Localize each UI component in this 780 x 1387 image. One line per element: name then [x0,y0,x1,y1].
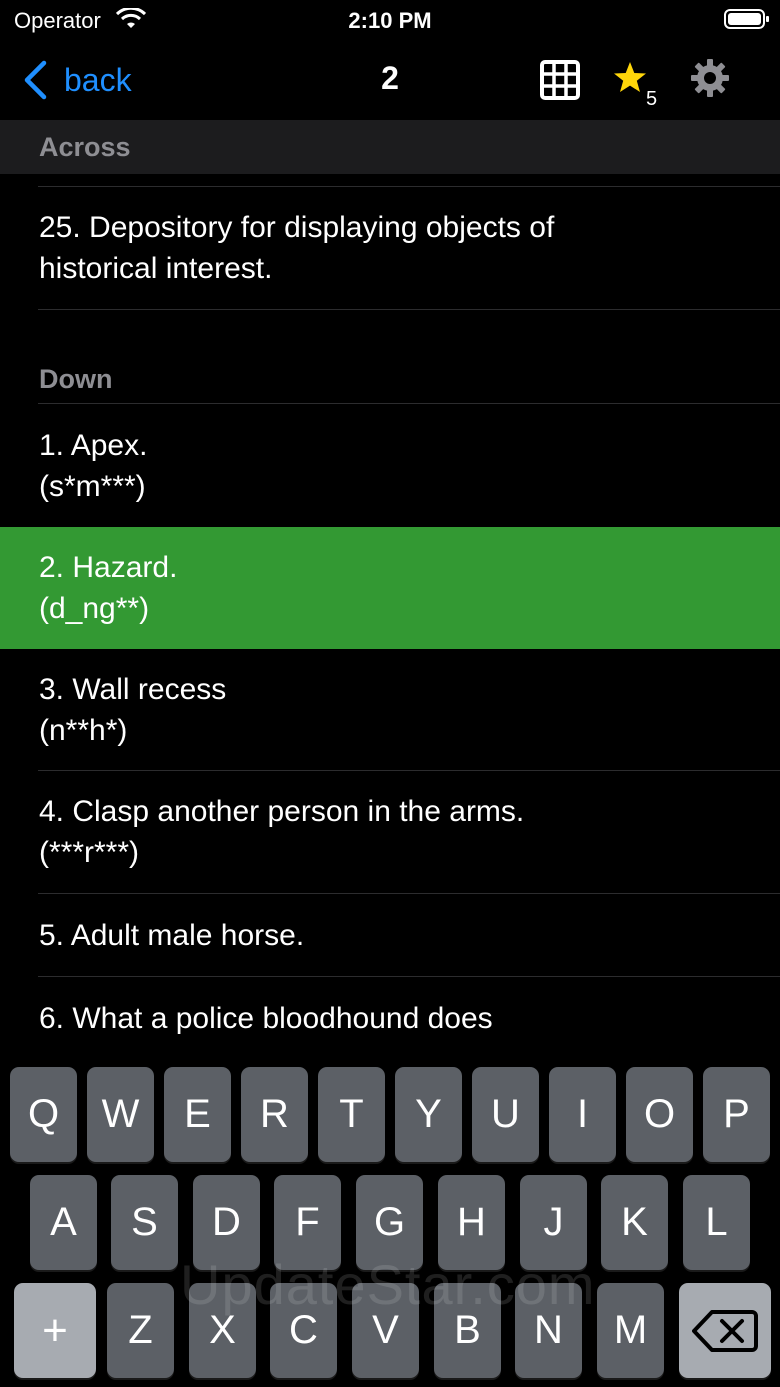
gear-icon[interactable] [690,58,730,98]
clue-line: historical interest. [39,252,273,285]
key-p[interactable]: P [703,1067,770,1162]
clue-line: (***r***) [39,836,140,869]
clue-text: 3. Wall recess (n**h*) [39,669,750,751]
clue-row-down-3[interactable]: 3. Wall recess (n**h*) [0,649,780,771]
key-b[interactable]: B [434,1283,501,1378]
favorites-button[interactable]: 5 [612,58,662,112]
key-s[interactable]: S [111,1175,178,1270]
clue-line: (d_ng**) [39,592,150,625]
key-g[interactable]: G [356,1175,423,1270]
clue-row-down-4[interactable]: 4. Clasp another person in the arms. (**… [0,771,780,894]
section-header-label: Across [39,132,131,162]
clue-line: 5. Adult male horse. [39,919,305,952]
section-header-down: Down [0,356,780,404]
page-title: 2 [381,60,399,96]
clue-row-down-5[interactable]: 5. Adult male horse. [0,894,780,977]
clue-text: 6. What a police bloodhound does [39,998,750,1039]
divider [38,309,780,310]
key-l[interactable]: L [683,1175,750,1270]
clue-text: 4. Clasp another person in the arms. (**… [39,791,750,873]
clue-line: 25. Depository for displaying objects of [39,211,555,244]
status-time: 2:10 PM [348,8,432,33]
key-j[interactable]: J [520,1175,587,1270]
back-button[interactable]: back [22,58,132,102]
clue-row-across-25[interactable]: 25. Depository for displaying objects of… [0,187,780,310]
key-e[interactable]: E [164,1067,231,1162]
battery-icon [724,9,769,29]
divider [38,403,780,404]
clue-row-down-1[interactable]: 1. Apex. (s*m***) [0,405,780,527]
star-icon [614,62,646,92]
clue-line: 6. What a police bloodhound does [39,1002,493,1035]
key-t[interactable]: T [318,1067,385,1162]
delete-icon [692,1309,758,1352]
key-h[interactable]: H [438,1175,505,1270]
key-plus[interactable]: + [14,1283,96,1378]
status-bar: Operator 2:10 PM [0,0,780,40]
clue-line: (s*m***) [39,470,146,503]
key-o[interactable]: O [626,1067,693,1162]
key-c[interactable]: C [270,1283,337,1378]
key-v[interactable]: V [352,1283,419,1378]
clue-line: 3. Wall recess [39,673,227,706]
key-q[interactable]: Q [10,1067,77,1162]
clue-row-down-6[interactable]: 6. What a police bloodhound does [0,977,780,1055]
clue-line: (n**h*) [39,714,128,747]
section-header-across: Across [0,120,780,174]
delete-key[interactable] [679,1283,771,1378]
key-k[interactable]: K [601,1175,668,1270]
clue-line: 2. Hazard. [39,551,178,584]
key-n[interactable]: N [515,1283,582,1378]
key-w[interactable]: W [87,1067,154,1162]
clue-row-down-2-selected[interactable]: 2. Hazard. (d_ng**) [0,527,780,649]
clue-text: 2. Hazard. (d_ng**) [39,547,750,629]
navigation-bar: back 2 5 [0,40,780,120]
key-z[interactable]: Z [107,1283,174,1378]
key-f[interactable]: F [274,1175,341,1270]
section-header-label: Down [39,364,113,394]
key-d[interactable]: D [193,1175,260,1270]
keyboard: Q W E R T Y U I O P A S D F G H J K L + … [0,1055,780,1387]
clue-text: 25. Depository for displaying objects of… [39,207,750,289]
clue-line: 1. Apex. [39,429,148,462]
favorites-count: 5 [646,88,658,110]
grid-icon[interactable] [540,60,580,100]
key-i[interactable]: I [549,1067,616,1162]
key-y[interactable]: Y [395,1067,462,1162]
key-a[interactable]: A [30,1175,97,1270]
chevron-left-icon [24,60,47,100]
clue-line: 4. Clasp another person in the arms. [39,795,525,828]
clue-text: 1. Apex. (s*m***) [39,425,750,507]
key-r[interactable]: R [241,1067,308,1162]
key-u[interactable]: U [472,1067,539,1162]
clue-text: 5. Adult male horse. [39,915,750,956]
key-m[interactable]: M [597,1283,664,1378]
back-label: back [64,61,132,98]
key-x[interactable]: X [189,1283,256,1378]
